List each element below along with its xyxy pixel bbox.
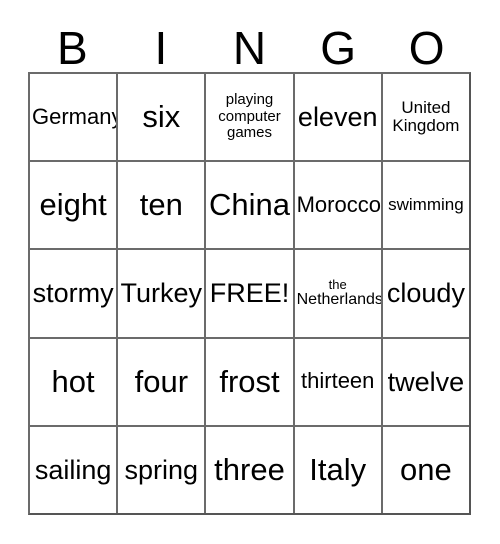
- bingo-cell-label: six: [142, 98, 181, 134]
- bingo-header-letter-i: I: [154, 22, 168, 74]
- bingo-cell[interactable]: Germany: [30, 74, 117, 161]
- bingo-cell[interactable]: spring: [116, 426, 205, 514]
- bingo-cell[interactable]: sailing: [30, 426, 117, 514]
- bingo-cell[interactable]: the Netherlands: [292, 250, 381, 337]
- bingo-cell-label: ten: [139, 187, 183, 223]
- bingo-cell-label: the Netherlands: [296, 277, 381, 308]
- bingo-row: sailing spring three Italy one: [30, 424, 470, 514]
- bingo-cell-label: Morocco: [296, 191, 381, 217]
- bingo-cell[interactable]: thirteen: [292, 338, 381, 425]
- bingo-cell[interactable]: eleven: [292, 74, 381, 161]
- bingo-grid: Germany six playing computer games eleve…: [28, 72, 471, 515]
- bingo-free-cell[interactable]: FREE!: [204, 250, 293, 337]
- bingo-cell-label: hot: [51, 363, 95, 399]
- bingo-cell[interactable]: cloudy: [380, 250, 470, 337]
- bingo-cell[interactable]: swimming: [380, 162, 470, 249]
- bingo-cell[interactable]: six: [116, 74, 205, 161]
- bingo-cell-label: eight: [39, 187, 107, 223]
- bingo-cell[interactable]: Turkey: [116, 250, 205, 337]
- bingo-header-letter-o: O: [408, 22, 445, 74]
- bingo-header: B I N G O: [28, 18, 471, 72]
- bingo-cell[interactable]: eight: [30, 162, 117, 249]
- bingo-header-letter-b: B: [56, 22, 88, 74]
- bingo-cell-label: China: [209, 187, 290, 223]
- bingo-header-letter-g: G: [320, 22, 356, 74]
- bingo-cell[interactable]: four: [116, 338, 205, 425]
- bingo-cell[interactable]: stormy: [30, 250, 117, 337]
- bingo-cell-label: sailing: [34, 454, 112, 485]
- bingo-cell-label: playing computer games: [218, 91, 281, 142]
- bingo-cell-label: eleven: [297, 102, 378, 133]
- bingo-cell[interactable]: China: [204, 162, 293, 249]
- bingo-cell[interactable]: playing computer games: [204, 74, 293, 161]
- bingo-row: eight ten China Morocco swimming: [30, 160, 470, 249]
- bingo-cell[interactable]: frost: [204, 338, 293, 425]
- bingo-cell[interactable]: hot: [30, 338, 117, 425]
- bingo-row: hot four frost thirteen twelve: [30, 336, 470, 425]
- bingo-cell[interactable]: Italy: [292, 426, 381, 514]
- bingo-header-letter-n: N: [232, 22, 267, 74]
- bingo-cell-label: three: [214, 451, 285, 487]
- bingo-cell-label: Turkey: [120, 278, 203, 309]
- bingo-cell-label: Italy: [309, 451, 367, 487]
- bingo-cell-label: stormy: [32, 278, 114, 309]
- bingo-cell-label: United Kingdom: [392, 98, 460, 136]
- bingo-cell-label: Germany: [32, 103, 117, 129]
- bingo-cell-label: four: [134, 363, 189, 399]
- bingo-cell[interactable]: ten: [116, 162, 205, 249]
- bingo-cell-label: thirteen: [301, 368, 375, 394]
- bingo-cell[interactable]: twelve: [380, 338, 470, 425]
- bingo-cell-label: cloudy: [386, 278, 465, 309]
- bingo-card: B I N G O Germany six playing computer g…: [0, 0, 500, 544]
- bingo-cell-label: frost: [219, 363, 280, 399]
- bingo-cell-label: twelve: [387, 366, 465, 397]
- bingo-cell-label: one: [400, 451, 452, 487]
- bingo-free-label: FREE!: [209, 278, 290, 309]
- bingo-cell-label: spring: [124, 454, 199, 485]
- bingo-cell[interactable]: Morocco: [292, 162, 381, 249]
- bingo-cell[interactable]: one: [380, 426, 470, 514]
- bingo-row: Germany six playing computer games eleve…: [30, 74, 470, 161]
- bingo-row: stormy Turkey FREE! the Netherlands cloud…: [30, 248, 470, 337]
- bingo-cell-label: swimming: [388, 195, 464, 215]
- bingo-cell[interactable]: three: [204, 426, 293, 514]
- bingo-cell[interactable]: United Kingdom: [380, 74, 470, 161]
